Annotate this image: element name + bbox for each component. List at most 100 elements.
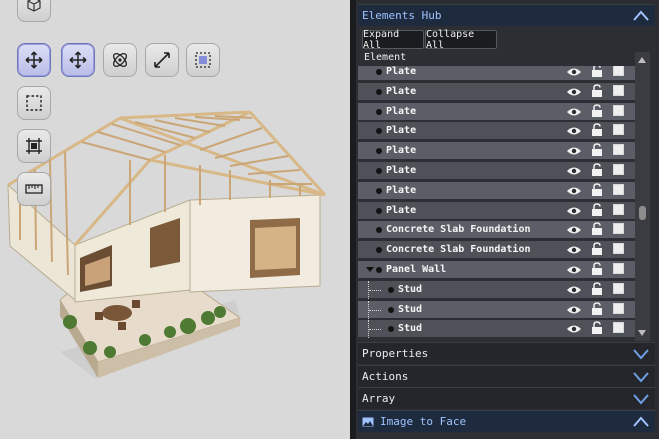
unlock-icon[interactable] (591, 123, 603, 137)
unlock-icon[interactable] (591, 262, 603, 276)
unlock-icon[interactable] (591, 143, 603, 157)
elements-hub-header[interactable]: Elements Hub (358, 4, 655, 26)
visibility-eye-icon[interactable] (566, 285, 582, 295)
unlock-icon[interactable] (591, 84, 603, 98)
unlock-icon[interactable] (591, 301, 603, 316)
element-label: Plate (386, 184, 417, 196)
select-checkbox[interactable] (613, 282, 624, 294)
image-to-face-header[interactable]: Image to Face (358, 410, 655, 432)
collapse-all-button[interactable]: Collapse All (425, 29, 497, 51)
cube-icon (27, 0, 41, 12)
unlock-icon[interactable] (591, 242, 603, 256)
element-label: Plate (386, 105, 417, 117)
unlock-icon[interactable] (591, 222, 603, 236)
element-label: Stud (398, 283, 423, 295)
scroll-thumb[interactable] (639, 206, 646, 220)
visibility-eye-icon[interactable] (566, 107, 582, 117)
tree-row[interactable]: Plate (358, 122, 635, 141)
element-dot-icon (376, 128, 382, 135)
tree-row[interactable]: Plate (358, 181, 635, 200)
tree-row[interactable]: Plate (358, 162, 635, 180)
actions-header[interactable]: Actions (358, 365, 655, 387)
select-checkbox[interactable] (613, 104, 624, 116)
element-dot-icon (376, 108, 382, 115)
unlock-icon[interactable] (591, 163, 603, 177)
visibility-eye-icon[interactable] (566, 166, 582, 176)
unlock-icon[interactable] (591, 183, 603, 197)
visibility-eye-icon[interactable] (566, 265, 582, 275)
tree-row[interactable]: Concrete Slab Foundation (358, 221, 635, 240)
tree-row[interactable]: Plate (358, 102, 635, 121)
select-checkbox[interactable] (613, 164, 624, 175)
unlock-icon[interactable] (591, 103, 603, 118)
tree-row[interactable]: Plate (358, 82, 635, 101)
snap-tool-button[interactable] (186, 43, 220, 77)
element-dot-icon (376, 247, 382, 254)
select-checkbox[interactable] (613, 302, 624, 314)
visibility-eye-icon[interactable] (566, 225, 582, 235)
cube-view-button[interactable] (17, 0, 51, 22)
select-checkbox[interactable] (613, 84, 624, 96)
unlock-icon[interactable] (591, 282, 603, 296)
select-checkbox[interactable] (613, 263, 624, 274)
select-box-tool-button[interactable] (17, 86, 51, 120)
tree-row[interactable]: Stud (358, 280, 635, 299)
move-tool-2-button[interactable] (61, 43, 95, 77)
chevron-up-icon (633, 416, 649, 427)
element-dot-icon (388, 286, 394, 293)
element-label: Concrete Slab Foundation (386, 224, 531, 236)
image-icon (362, 417, 374, 426)
visibility-eye-icon[interactable] (566, 87, 582, 97)
3d-viewport[interactable] (0, 0, 350, 439)
visibility-eye-icon[interactable] (566, 245, 582, 255)
side-panel: Elements Hub Expand All Collapse All Ele… (356, 0, 659, 439)
chevron-up-icon (633, 10, 649, 21)
unlock-icon[interactable] (591, 66, 603, 78)
expand-arrow-icon[interactable] (366, 267, 374, 272)
select-checkbox[interactable] (613, 322, 624, 334)
tree-row[interactable]: Concrete Slab Foundation (358, 241, 635, 260)
select-checkbox[interactable] (613, 66, 624, 76)
element-label: Stud (398, 303, 423, 315)
snap-select-icon (195, 52, 211, 68)
frame-icon (26, 138, 42, 154)
scroll-up-icon[interactable] (638, 57, 646, 63)
visibility-eye-icon[interactable] (566, 186, 582, 196)
tree-row[interactable]: Panel Wall (358, 261, 635, 279)
select-checkbox[interactable] (613, 144, 624, 156)
measure-tool-button[interactable] (17, 172, 51, 206)
move-tool-button[interactable] (17, 43, 51, 77)
select-checkbox[interactable] (613, 243, 624, 255)
visibility-eye-icon[interactable] (566, 67, 582, 77)
unlock-icon[interactable] (591, 321, 603, 335)
select-checkbox[interactable] (613, 124, 624, 136)
tree-row[interactable]: Plate (358, 142, 635, 161)
move-arrows-icon (69, 51, 87, 69)
expand-all-button[interactable]: Expand All (362, 29, 424, 51)
orbit-tool-button[interactable] (103, 43, 137, 77)
tree-row[interactable]: Stud (358, 300, 635, 319)
tree-row[interactable]: Plate (358, 66, 635, 81)
visibility-eye-icon[interactable] (566, 324, 582, 334)
properties-header[interactable]: Properties (358, 342, 655, 364)
array-header[interactable]: Array (358, 387, 655, 409)
select-checkbox[interactable] (613, 183, 624, 195)
visibility-eye-icon[interactable] (566, 146, 582, 156)
tree-row[interactable]: Plate (358, 201, 635, 220)
visibility-eye-icon[interactable] (566, 305, 582, 315)
select-checkbox[interactable] (613, 223, 624, 235)
scale-tool-button[interactable] (145, 43, 179, 77)
tree-scrollbar[interactable] (635, 52, 650, 341)
tree-row[interactable]: Stud (358, 320, 635, 339)
scroll-down-icon[interactable] (638, 330, 646, 336)
tree-branch-line (368, 320, 382, 339)
element-label: Concrete Slab Foundation (386, 244, 531, 256)
visibility-eye-icon[interactable] (566, 126, 582, 136)
element-dot-icon (388, 326, 394, 333)
elements-tree[interactable]: Plate Plate Plate Plate Plate Plate Plate Plate… (358, 66, 635, 341)
unlock-icon[interactable] (591, 202, 603, 217)
select-checkbox[interactable] (613, 203, 624, 215)
visibility-eye-icon[interactable] (566, 206, 582, 216)
frame-tool-button[interactable] (17, 129, 51, 163)
element-dot-icon (376, 267, 382, 273)
